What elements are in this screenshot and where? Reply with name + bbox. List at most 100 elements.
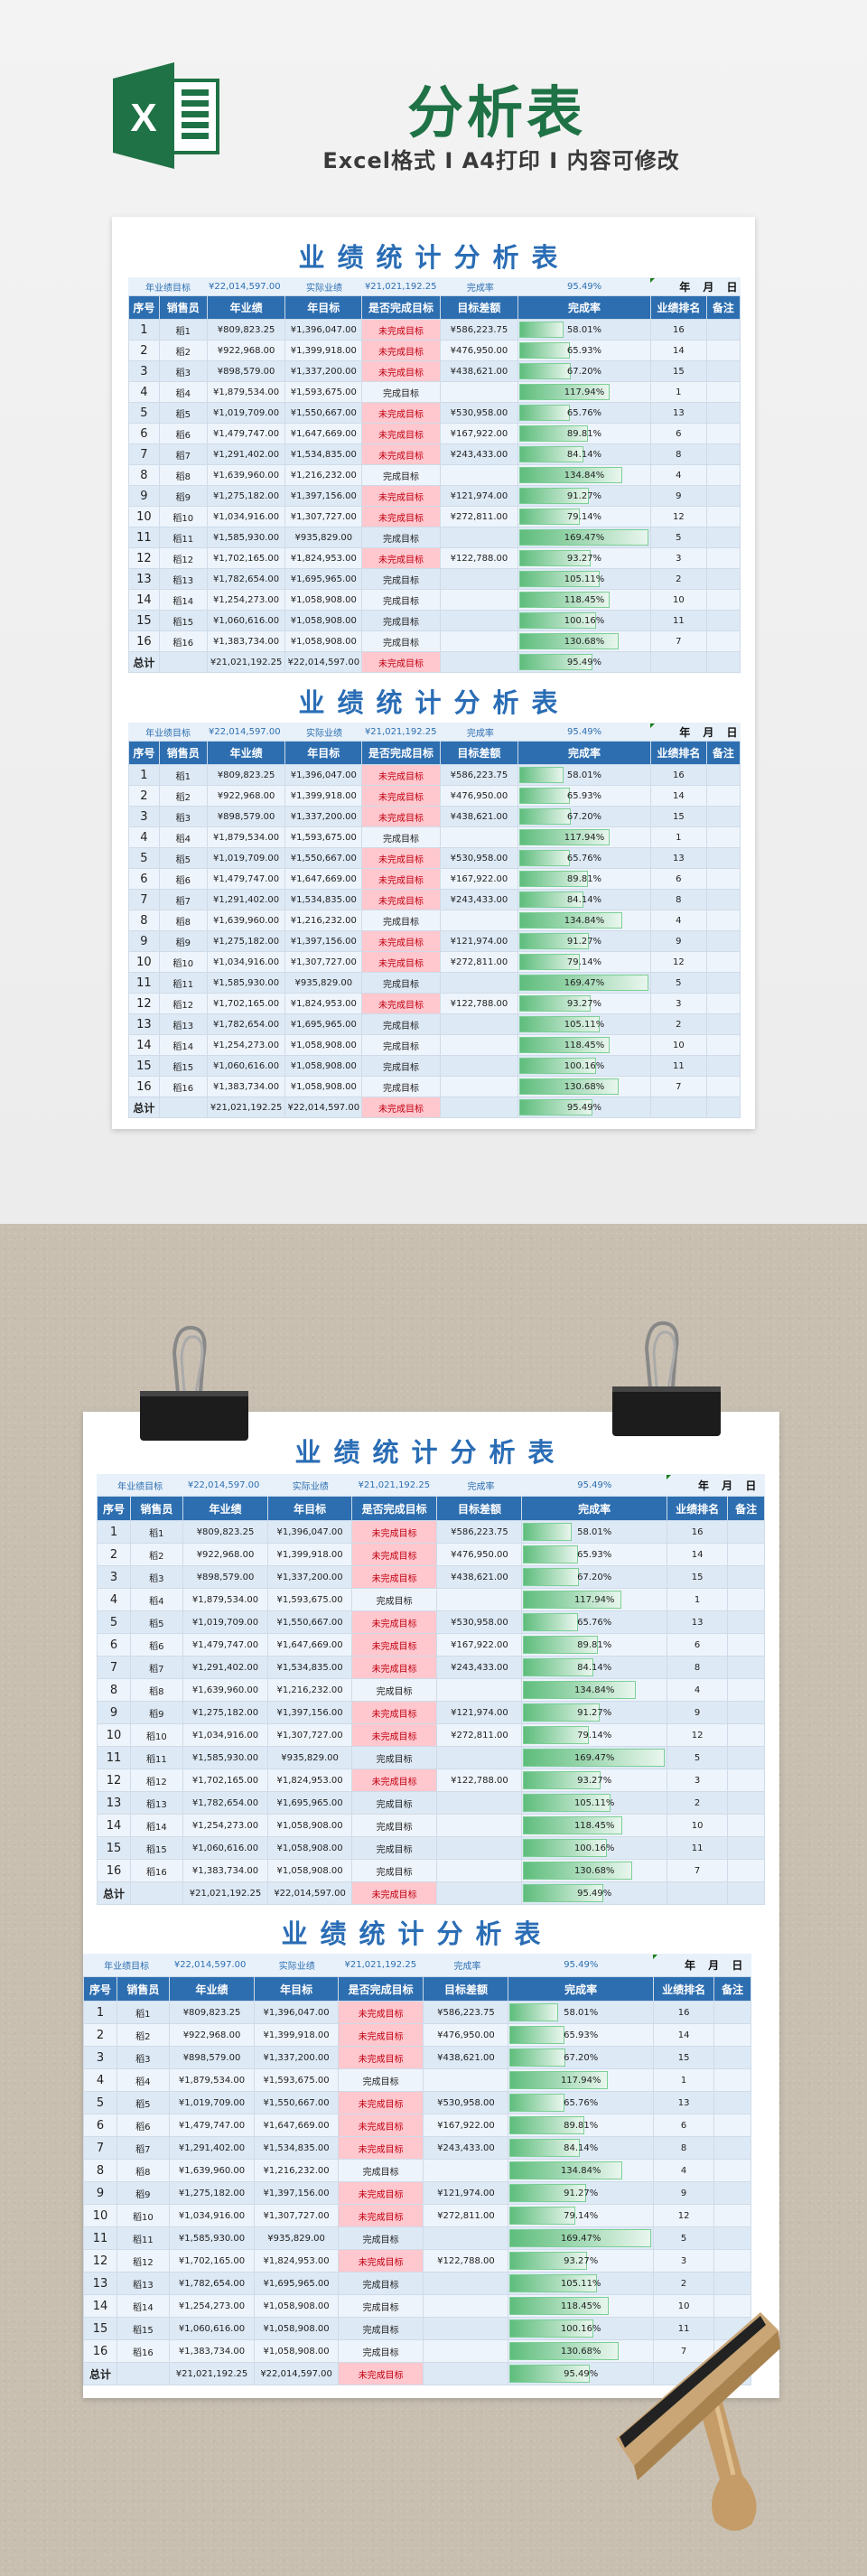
salesperson-cell[interactable]: 稻15	[158, 1055, 208, 1077]
note-cell[interactable]	[713, 2249, 751, 2273]
annual-target-cell[interactable]: ¥1,550,667.00	[267, 1610, 352, 1634]
rank-cell[interactable]: 4	[650, 464, 707, 486]
seq-cell[interactable]: 8	[97, 1678, 131, 1702]
gap-cell[interactable]: ¥272,811.00	[439, 506, 518, 527]
status-cell[interactable]: 未完成目标	[350, 1701, 438, 1724]
annual-sales-cell[interactable]: ¥21,021,192.25	[168, 2362, 256, 2385]
gap-cell[interactable]: ¥438,621.00	[423, 2046, 509, 2069]
seq-cell[interactable]: 1	[97, 1520, 131, 1544]
rank-cell[interactable]: 8	[650, 889, 707, 910]
rank-cell[interactable]: 12	[652, 2204, 715, 2227]
completion-rate-cell[interactable]: 84.14%	[508, 2136, 654, 2160]
note-cell[interactable]	[713, 2068, 751, 2092]
seq-cell[interactable]: 总计	[128, 651, 160, 673]
annual-sales-cell[interactable]: ¥1,254,273.00	[206, 1034, 286, 1056]
column-header[interactable]: 年业绩	[168, 1976, 256, 2002]
gap-cell[interactable]	[423, 2272, 509, 2295]
note-cell[interactable]	[705, 910, 741, 931]
gap-cell[interactable]: ¥530,958.00	[436, 1610, 523, 1634]
gap-cell[interactable]: ¥167,922.00	[439, 423, 518, 444]
status-cell[interactable]: 完成目标	[337, 2294, 424, 2318]
rank-cell[interactable]: 1	[650, 826, 707, 848]
note-cell[interactable]	[727, 1678, 765, 1702]
status-cell[interactable]: 完成目标	[337, 2068, 424, 2092]
status-cell[interactable]: 未完成目标	[361, 423, 441, 444]
rank-cell[interactable]: 1	[650, 381, 707, 403]
gap-cell[interactable]	[439, 568, 518, 590]
annual-sales-cell[interactable]: ¥1,060,616.00	[182, 1836, 269, 1860]
salesperson-cell[interactable]: 稻6	[129, 1633, 183, 1657]
rank-cell[interactable]: 12	[650, 506, 707, 527]
note-cell[interactable]	[727, 1543, 765, 1566]
column-header[interactable]: 是否完成目标	[337, 1976, 424, 2002]
status-cell[interactable]: 未完成目标	[337, 2091, 424, 2114]
gap-cell[interactable]: ¥122,788.00	[439, 993, 518, 1014]
annual-target-cell[interactable]: ¥1,307,727.00	[284, 951, 363, 973]
rank-cell[interactable]: 9	[650, 930, 707, 952]
seq-cell[interactable]: 13	[83, 2272, 117, 2295]
annual-target-cell[interactable]: ¥1,534,835.00	[254, 2136, 339, 2160]
seq-cell[interactable]: 15	[83, 2317, 117, 2340]
completion-rate-cell[interactable]: 89.81%	[517, 423, 652, 444]
column-header[interactable]: 是否完成目标	[361, 741, 441, 765]
salesperson-cell[interactable]: 稻7	[129, 1656, 183, 1679]
gap-cell[interactable]	[439, 910, 518, 931]
seq-cell[interactable]: 总计	[83, 2362, 117, 2385]
completion-rate-cell[interactable]: 93.27%	[517, 547, 652, 569]
annual-sales-cell[interactable]: ¥809,823.25	[206, 764, 286, 786]
completion-rate-cell[interactable]: 105.11%	[508, 2272, 654, 2295]
seq-cell[interactable]: 16	[128, 1076, 160, 1097]
annual-target-cell[interactable]: ¥1,399,918.00	[254, 2023, 339, 2047]
seq-cell[interactable]: 1	[128, 319, 160, 341]
salesperson-cell[interactable]: 稻1	[129, 1520, 183, 1544]
annual-sales-cell[interactable]: ¥1,034,916.00	[182, 1723, 269, 1747]
gap-cell[interactable]	[436, 1791, 523, 1815]
seq-cell[interactable]: 3	[128, 806, 160, 827]
salesperson-cell[interactable]	[158, 651, 208, 673]
annual-target-cell[interactable]: ¥1,593,675.00	[284, 381, 363, 403]
annual-sales-cell[interactable]: ¥898,579.00	[206, 806, 286, 827]
rank-cell[interactable]: 16	[666, 1520, 729, 1544]
column-header[interactable]: 年业绩	[206, 295, 286, 320]
note-cell[interactable]	[705, 1013, 741, 1035]
annual-target-cell[interactable]: ¥1,396,047.00	[284, 319, 363, 341]
seq-cell[interactable]: 1	[128, 764, 160, 786]
column-header[interactable]: 目标差额	[436, 1496, 523, 1521]
completion-rate-cell[interactable]: 105.11%	[517, 1013, 652, 1035]
gap-cell[interactable]: ¥272,811.00	[439, 951, 518, 973]
rank-cell[interactable]: 10	[650, 1034, 707, 1056]
seq-cell[interactable]: 总计	[97, 1881, 131, 1905]
gap-cell[interactable]: ¥122,788.00	[423, 2249, 509, 2273]
rank-cell[interactable]: 16	[650, 764, 707, 786]
column-header[interactable]: 完成率	[517, 295, 652, 320]
status-cell[interactable]: 完成目标	[337, 2339, 424, 2363]
note-cell[interactable]	[713, 2091, 751, 2114]
gap-cell[interactable]	[423, 2159, 509, 2182]
status-cell[interactable]: 未完成目标	[361, 547, 441, 569]
status-cell[interactable]: 未完成目标	[361, 506, 441, 527]
annual-sales-cell[interactable]: ¥1,782,654.00	[206, 568, 286, 590]
completion-rate-cell[interactable]: 130.68%	[521, 1859, 667, 1882]
rank-cell[interactable]: 15	[652, 2046, 715, 2069]
annual-target-cell[interactable]: ¥1,824,953.00	[284, 993, 363, 1014]
column-header[interactable]: 备注	[727, 1496, 765, 1521]
note-cell[interactable]	[705, 1055, 741, 1077]
status-cell[interactable]: 未完成目标	[361, 930, 441, 952]
note-cell[interactable]	[713, 2136, 751, 2160]
seq-cell[interactable]: 9	[128, 930, 160, 952]
annual-sales-cell[interactable]: ¥1,782,654.00	[168, 2272, 256, 2295]
seq-cell[interactable]: 4	[128, 381, 160, 403]
rank-cell[interactable]: 13	[650, 402, 707, 424]
status-cell[interactable]: 未完成目标	[337, 2362, 424, 2385]
seq-cell[interactable]: 9	[83, 2181, 117, 2205]
gap-cell[interactable]	[439, 826, 518, 848]
column-header[interactable]: 备注	[713, 1976, 751, 2002]
annual-target-cell[interactable]: ¥1,695,965.00	[254, 2272, 339, 2295]
completion-rate-cell[interactable]: 134.84%	[517, 464, 652, 486]
annual-sales-cell[interactable]: ¥1,479,747.00	[206, 868, 286, 890]
gap-cell[interactable]	[439, 589, 518, 611]
completion-rate-cell[interactable]: 89.81%	[517, 868, 652, 890]
gap-cell[interactable]	[436, 1881, 523, 1905]
column-header[interactable]: 序号	[83, 1976, 117, 2002]
note-cell[interactable]	[727, 1610, 765, 1634]
